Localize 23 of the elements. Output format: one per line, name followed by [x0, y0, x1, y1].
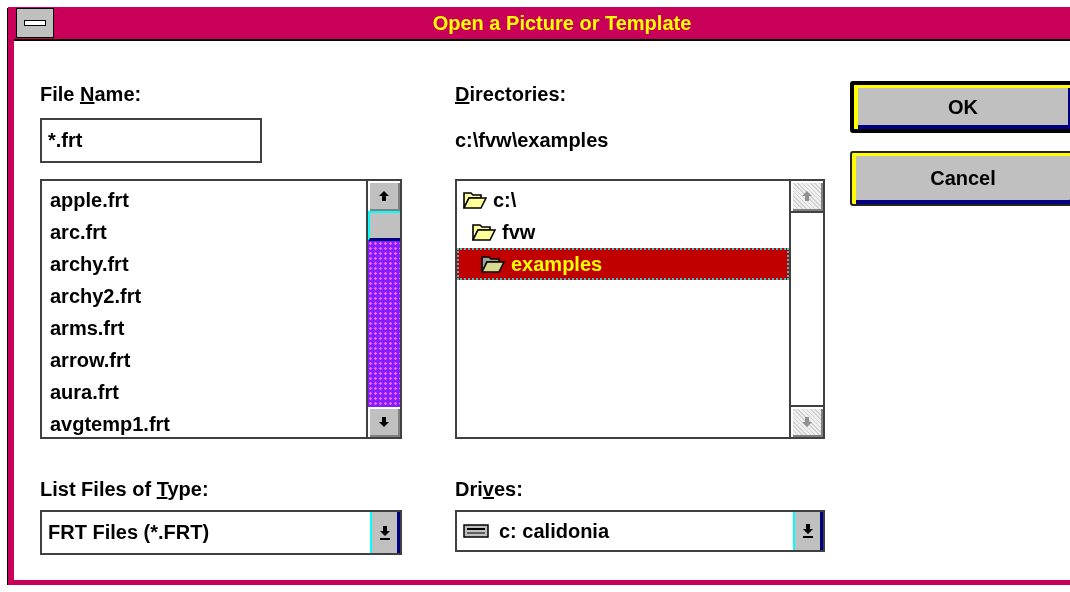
cancel-button[interactable]: Cancel [850, 151, 1070, 206]
directory-item[interactable]: c:\ [457, 184, 789, 216]
file-list-item[interactable]: archy.frt [50, 248, 366, 280]
file-list-item[interactable]: archy2.frt [50, 280, 366, 312]
field-label: File Name: [40, 82, 143, 106]
ok-button[interactable]: OK [850, 81, 1070, 133]
field-label: Drives: [455, 477, 524, 501]
window-title: Open a Picture or Template [431, 11, 693, 35]
file-list-item[interactable]: arc.frt [50, 216, 366, 248]
file-list-item[interactable]: aura.frt [50, 376, 366, 408]
file-name-field[interactable]: *.frt [40, 118, 262, 163]
field-label: Directories: [455, 82, 568, 106]
directory-item[interactable]: examples [457, 248, 789, 280]
field-label: List Files of Type: [40, 477, 210, 501]
directory-item[interactable]: fvw [457, 216, 789, 248]
drive-name: c: calidonia [499, 519, 610, 543]
file-list-item[interactable]: avgtemp1.frt [50, 408, 366, 440]
drives-dropdown[interactable]: c: calidonia [455, 510, 825, 552]
file-list-item[interactable]: apple.frt [50, 184, 366, 216]
directory-path: c:\fvw\examples [455, 129, 610, 152]
file-list-item[interactable]: arms.frt [50, 312, 366, 344]
file-list-item[interactable]: arrow.frt [50, 344, 366, 376]
file-type-dropdown[interactable]: FRT Files (*.FRT) [40, 510, 402, 555]
